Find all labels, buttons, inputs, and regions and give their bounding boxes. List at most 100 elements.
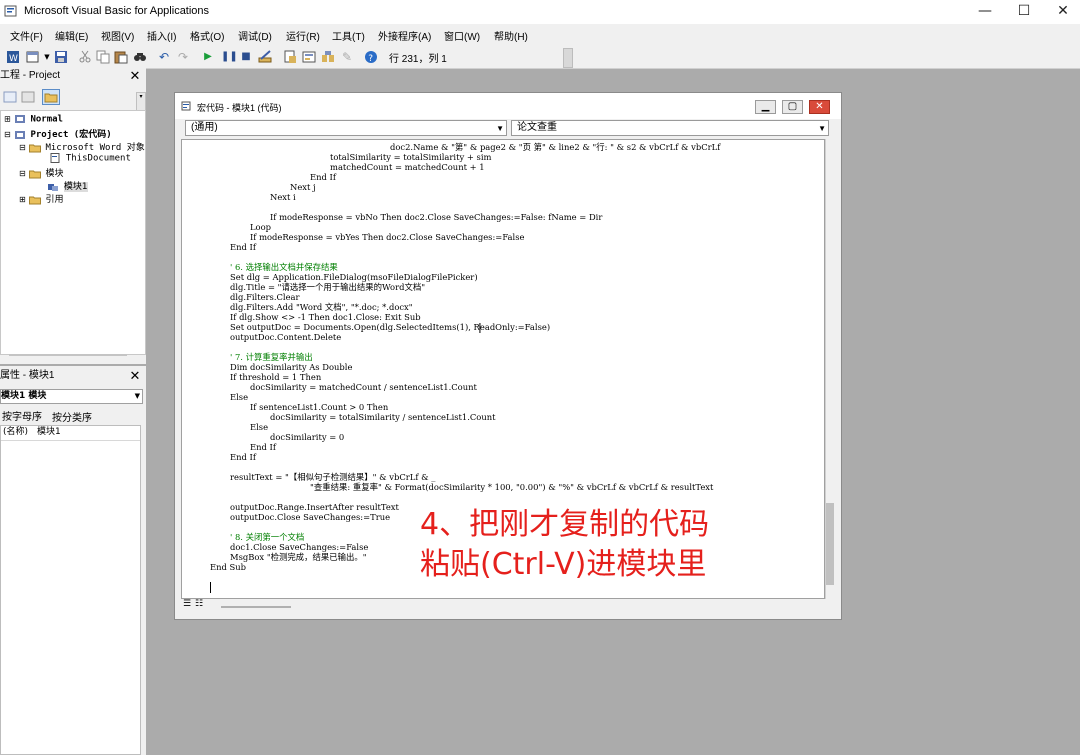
close-button[interactable]: ✕ [1043, 0, 1080, 24]
code-line[interactable]: If modeResponse = vbNo Then doc2.Close S… [270, 212, 602, 222]
properties-window-icon[interactable] [302, 50, 316, 64]
code-line[interactable]: End If [230, 242, 256, 252]
expand-plus-icon[interactable]: ⊞ [4, 115, 11, 124]
minimize-button[interactable]: — [965, 0, 1005, 24]
code-line[interactable]: outputDoc.Close SaveChanges:=True [230, 512, 390, 522]
code-close-button[interactable]: ✕ [809, 100, 830, 114]
code-line[interactable]: docSimilarity = 0 [270, 432, 344, 442]
view-code-icon[interactable] [3, 91, 17, 103]
close-icon[interactable]: ✕ [128, 70, 142, 84]
horizontal-scrollbar[interactable] [221, 606, 291, 608]
code-line[interactable]: Next i [270, 192, 296, 202]
code-line[interactable]: Set outputDoc = Documents.Open(dlg.Selec… [230, 322, 550, 332]
chevron-down-icon[interactable]: ▼ [135, 390, 140, 403]
code-line[interactable]: If threshold = 1 Then [230, 372, 321, 382]
maximize-button[interactable]: ☐ [1004, 0, 1044, 24]
collapse-minus-icon[interactable]: ⊟ [19, 169, 26, 178]
full-module-view-icon[interactable]: ☷ [195, 599, 203, 609]
collapse-minus-icon[interactable]: ⊟ [4, 130, 11, 139]
chevron-down-icon[interactable]: ▼ [818, 122, 826, 136]
collapse-minus-icon[interactable]: ⊟ [19, 143, 26, 152]
property-value[interactable]: 模块1 [37, 426, 61, 439]
tree-item-modules[interactable]: ⊟ 模块 [19, 166, 63, 179]
object-select[interactable]: 模块1 模块 ▼ [0, 389, 143, 404]
copy-icon[interactable] [96, 50, 110, 64]
save-icon[interactable] [54, 50, 68, 64]
code-line[interactable]: If dlg.Show <> -1 Then doc1.Close: Exit … [230, 312, 421, 322]
paste-icon[interactable] [114, 50, 128, 64]
toolbar-grip-handle[interactable] [563, 48, 573, 68]
code-line[interactable]: outputDoc.Content.Delete [230, 332, 341, 342]
help-icon[interactable]: ? [364, 50, 378, 64]
scrollbar-thumb[interactable] [826, 503, 834, 585]
code-line[interactable]: End If [230, 452, 256, 462]
tree-item-thisdocument[interactable]: ThisDocument [49, 153, 131, 164]
menu-insert[interactable]: 插入(I) [147, 28, 176, 43]
cut-icon[interactable] [78, 50, 92, 64]
code-line[interactable]: End Sub [210, 562, 246, 572]
panel-scroll-handle[interactable]: ▾ [136, 92, 146, 112]
chevron-down-icon[interactable]: ▼ [496, 122, 504, 136]
menu-run[interactable]: 运行(R) [286, 28, 320, 43]
design-mode-icon[interactable] [258, 50, 272, 64]
tab-categorized[interactable]: 按分类序 [52, 409, 92, 424]
code-comment-line[interactable]: ' 6. 选择输出文档并保存结果 [230, 262, 338, 272]
code-line[interactable]: totalSimilarity = totalSimilarity + sim [330, 152, 491, 162]
word-view-icon[interactable]: W [6, 50, 20, 64]
menu-file[interactable]: 文件(F) [10, 28, 43, 43]
break-icon[interactable]: ❚❚ [221, 50, 238, 64]
dropdown-arrow-icon[interactable]: ▼ [40, 50, 54, 64]
tree-item-project[interactable]: ⊟ Project (宏代码) [4, 127, 112, 140]
code-line[interactable]: MsgBox "检测完成，结果已输出。" [230, 552, 367, 562]
code-line[interactable]: outputDoc.Range.InsertAfter resultText [230, 502, 399, 512]
menu-tools[interactable]: 工具(T) [332, 28, 365, 43]
object-combo[interactable]: (通用) ▼ [185, 120, 507, 136]
view-object-icon[interactable] [21, 91, 35, 103]
menu-addins[interactable]: 外接程序(A) [378, 28, 431, 43]
object-browser-icon[interactable] [321, 50, 335, 64]
code-line[interactable]: docSimilarity = totalSimilarity / senten… [270, 412, 496, 422]
code-line[interactable]: resultText = "【相似句子检测结果】" & vbCrLf & _ [230, 472, 435, 482]
code-restore-button[interactable]: ▢ [782, 100, 803, 114]
undo-icon[interactable]: ↶ [157, 50, 171, 64]
code-line[interactable]: dlg.Filters.Clear [230, 292, 300, 302]
tree-item-word-objects[interactable]: ⊟ Microsoft Word 对象 [19, 140, 145, 153]
expand-plus-icon[interactable]: ⊞ [19, 195, 26, 204]
code-line[interactable]: End If [250, 442, 276, 452]
code-line[interactable]: doc1.Close SaveChanges:=False [230, 542, 368, 552]
code-line[interactable]: If modeResponse = vbYes Then doc2.Close … [250, 232, 524, 242]
code-line[interactable]: dlg.Title = "请选择一个用于输出结果的Word文档" [230, 282, 425, 292]
toolbox-icon[interactable]: ✎ [340, 50, 354, 64]
menu-edit[interactable]: 编辑(E) [55, 28, 88, 43]
tree-item-references[interactable]: ⊞ 引用 [19, 192, 63, 205]
procedure-view-icon[interactable]: ☰ [183, 599, 191, 609]
code-line[interactable]: "查重结果: 重复率" & Format(docSimilarity * 100… [310, 482, 713, 492]
menu-help[interactable]: 帮助(H) [494, 28, 528, 43]
code-line[interactable]: Dim docSimilarity As Double [230, 362, 352, 372]
code-comment-line[interactable]: ' 8. 关闭第一个文档 [230, 532, 304, 542]
menu-window[interactable]: 窗口(W) [444, 28, 480, 43]
project-explorer-icon[interactable] [283, 50, 297, 64]
property-row[interactable]: (名称) 模块1 [1, 426, 140, 441]
tree-item-normal[interactable]: ⊞ Normal [4, 114, 63, 125]
code-line[interactable]: Loop [250, 222, 271, 232]
run-icon[interactable]: ▶ [201, 50, 215, 64]
toggle-folders-icon[interactable] [42, 89, 60, 105]
code-line[interactable]: End If [310, 172, 336, 182]
reset-icon[interactable]: ■ [239, 50, 253, 64]
code-line[interactable]: Else [230, 392, 248, 402]
insert-module-icon[interactable] [26, 50, 40, 64]
code-line[interactable]: dlg.Filters.Add "Word 文档", "*.doc; *.doc… [230, 302, 413, 312]
find-icon[interactable] [133, 50, 147, 64]
code-line[interactable]: Next j [290, 182, 316, 192]
code-line[interactable]: Else [250, 422, 268, 432]
code-line[interactable]: doc2.Name & "第" & page2 & "页 第" & line2 … [390, 142, 720, 152]
tab-alphabetic[interactable]: 按字母序 [2, 408, 42, 423]
code-comment-line[interactable]: ' 7. 计算重复率并输出 [230, 352, 313, 362]
code-line[interactable]: Set dlg = Application.FileDialog(msoFile… [230, 272, 478, 282]
code-line[interactable]: docSimilarity = matchedCount / sentenceL… [250, 382, 477, 392]
code-minimize-button[interactable]: ▁ [755, 100, 776, 114]
menu-debug[interactable]: 调试(D) [238, 28, 272, 43]
menu-view[interactable]: 视图(V) [101, 28, 134, 43]
redo-icon[interactable]: ↷ [176, 50, 190, 64]
